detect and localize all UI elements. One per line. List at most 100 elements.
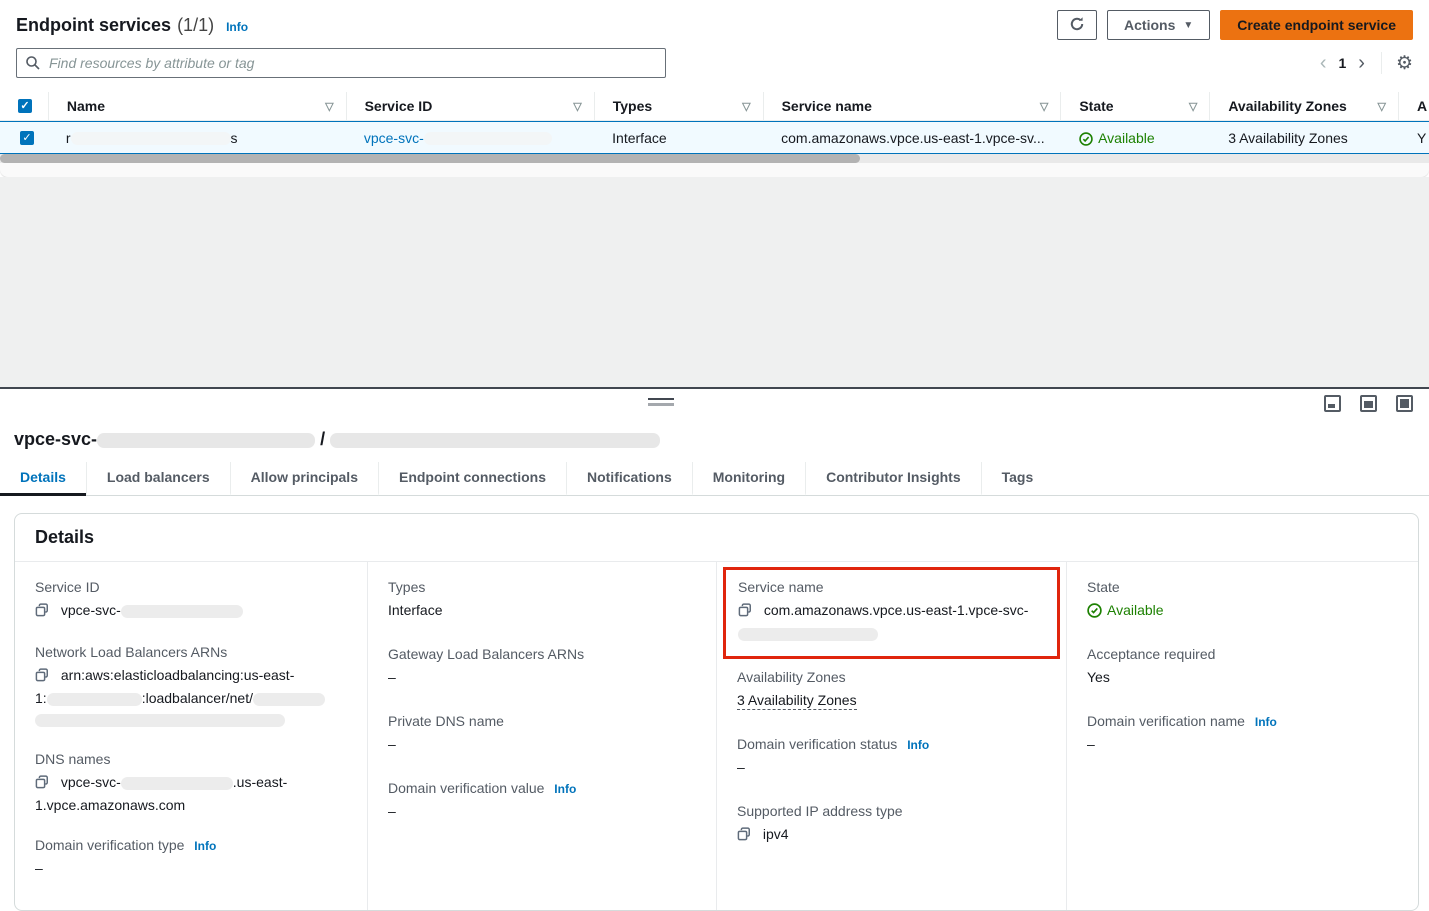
next-page-button[interactable]: › bbox=[1356, 53, 1367, 73]
current-page[interactable]: 1 bbox=[1338, 55, 1346, 71]
divider bbox=[1381, 52, 1382, 74]
endpoint-services-panel: Endpoint services (1/1) Info Actions ▼ C… bbox=[0, 0, 1429, 387]
copy-icon[interactable] bbox=[35, 667, 49, 688]
horizontal-scrollbar[interactable] bbox=[0, 154, 1429, 163]
field-service-name: Service name com.amazonaws.vpce.us-east-… bbox=[738, 579, 1045, 644]
panel-size-half-icon[interactable] bbox=[1360, 395, 1377, 412]
copy-icon[interactable] bbox=[35, 774, 49, 795]
field-acceptance-required: Acceptance required Yes bbox=[1087, 646, 1398, 688]
details-card-title: Details bbox=[15, 514, 1418, 562]
select-all-cell: ✓ bbox=[0, 92, 48, 120]
field-nlb-arns: Network Load Balancers ARNs arn:aws:elas… bbox=[35, 644, 347, 730]
redacted-value bbox=[121, 605, 243, 618]
page-background bbox=[0, 177, 1429, 387]
panel-size-small-icon[interactable] bbox=[1324, 395, 1341, 412]
row-checkbox[interactable]: ✓ bbox=[20, 131, 34, 145]
copy-icon[interactable] bbox=[35, 602, 49, 623]
details-column-2: Types Interface Gateway Load Balancers A… bbox=[367, 562, 716, 910]
redacted-value bbox=[47, 693, 142, 706]
sort-icon[interactable]: ▽ bbox=[742, 100, 750, 113]
endpoint-services-table: ✓ Name ▽ Service ID ▽ Types ▽ Service na… bbox=[0, 92, 1429, 154]
sort-icon[interactable]: ▽ bbox=[1378, 100, 1386, 113]
copy-icon[interactable] bbox=[738, 602, 752, 623]
sort-icon[interactable]: ▽ bbox=[573, 100, 581, 113]
prev-page-button[interactable]: ‹ bbox=[1318, 53, 1329, 73]
create-label: Create endpoint service bbox=[1237, 17, 1396, 33]
service-id-link[interactable]: vpce-svc- bbox=[364, 130, 552, 146]
refresh-button[interactable] bbox=[1057, 10, 1097, 40]
column-header-state[interactable]: State ▽ bbox=[1060, 92, 1209, 120]
table-row[interactable]: ✓ rs vpce-svc- Interface com.amazonaws.v… bbox=[0, 121, 1429, 154]
info-link[interactable]: Info bbox=[194, 839, 216, 853]
column-header-name[interactable]: Name ▽ bbox=[48, 92, 346, 120]
redacted-name bbox=[71, 132, 231, 145]
select-all-checkbox[interactable]: ✓ bbox=[18, 99, 32, 113]
page-info-link[interactable]: Info bbox=[226, 20, 248, 34]
tab-details[interactable]: Details bbox=[0, 462, 86, 496]
drag-handle[interactable] bbox=[648, 398, 674, 406]
az-popover-link[interactable]: 3 Availability Zones bbox=[737, 692, 857, 710]
table-controls: ‹ 1 › ⚙ bbox=[0, 44, 1429, 86]
field-private-dns-name: Private DNS name – bbox=[388, 713, 696, 755]
table-header-row: ✓ Name ▽ Service ID ▽ Types ▽ Service na… bbox=[0, 92, 1429, 121]
filter-search bbox=[16, 48, 666, 78]
row-service-name-cell: com.amazonaws.vpce.us-east-1.vpce-sv... bbox=[763, 130, 1061, 146]
create-endpoint-service-button[interactable]: Create endpoint service bbox=[1220, 10, 1413, 40]
tab-monitoring[interactable]: Monitoring bbox=[692, 462, 805, 496]
redacted-value bbox=[121, 777, 233, 790]
field-domain-verification-name: Domain verification name Info – bbox=[1087, 713, 1398, 755]
az-popover-link[interactable]: 3 Availability Zones bbox=[1228, 130, 1348, 146]
row-state-cell: Available bbox=[1061, 130, 1210, 146]
column-header-availability-zones[interactable]: Availability Zones ▽ bbox=[1209, 92, 1398, 120]
tab-contributor-insights[interactable]: Contributor Insights bbox=[805, 462, 981, 496]
tab-endpoint-connections[interactable]: Endpoint connections bbox=[378, 462, 566, 496]
resource-count: (1/1) bbox=[177, 15, 214, 36]
tab-notifications[interactable]: Notifications bbox=[566, 462, 692, 496]
row-az-cell: 3 Availability Zones bbox=[1210, 130, 1399, 146]
tab-load-balancers[interactable]: Load balancers bbox=[86, 462, 230, 496]
actions-label: Actions bbox=[1124, 17, 1175, 33]
page-title: Endpoint services bbox=[16, 15, 171, 36]
details-card: Details Service ID vpce-svc- Network Loa… bbox=[14, 513, 1419, 911]
field-supported-ip-type: Supported IP address type ipv4 bbox=[737, 803, 1046, 847]
field-service-id: Service ID vpce-svc- bbox=[35, 579, 347, 623]
field-domain-verification-type: Domain verification type Info – bbox=[35, 837, 347, 879]
tab-allow-principals[interactable]: Allow principals bbox=[230, 462, 378, 496]
available-check-icon bbox=[1079, 130, 1093, 146]
chevron-down-icon: ▼ bbox=[1183, 20, 1193, 31]
redacted-value bbox=[738, 628, 878, 641]
page-header: Endpoint services (1/1) Info Actions ▼ C… bbox=[0, 0, 1429, 44]
sort-icon[interactable]: ▽ bbox=[325, 100, 333, 113]
field-availability-zones: Availability Zones 3 Availability Zones bbox=[737, 669, 1046, 711]
search-input[interactable] bbox=[16, 48, 666, 78]
panel-size-full-icon[interactable] bbox=[1396, 395, 1413, 412]
redacted-service-id bbox=[97, 433, 315, 448]
tab-tags[interactable]: Tags bbox=[981, 462, 1054, 496]
sort-icon[interactable]: ▽ bbox=[1040, 100, 1048, 113]
service-name-highlight-box: Service name com.amazonaws.vpce.us-east-… bbox=[723, 567, 1060, 659]
info-link[interactable]: Info bbox=[554, 782, 576, 796]
field-types: Types Interface bbox=[388, 579, 696, 621]
detail-panel-title: vpce-svc- / bbox=[0, 423, 1429, 460]
sort-icon[interactable]: ▽ bbox=[1189, 100, 1197, 113]
column-header-service-id[interactable]: Service ID ▽ bbox=[346, 92, 594, 120]
column-header-service-name[interactable]: Service name ▽ bbox=[763, 92, 1061, 120]
column-header-partial[interactable]: A bbox=[1398, 92, 1429, 120]
actions-button[interactable]: Actions ▼ bbox=[1107, 10, 1210, 40]
redacted-service-name bbox=[330, 433, 660, 448]
field-domain-verification-status: Domain verification status Info – bbox=[737, 736, 1046, 778]
row-types-cell: Interface bbox=[594, 130, 763, 146]
state-badge: Available bbox=[1098, 130, 1155, 146]
info-link[interactable]: Info bbox=[907, 738, 929, 752]
row-partial-cell: Y bbox=[1399, 130, 1429, 146]
copy-icon[interactable] bbox=[737, 826, 751, 847]
settings-gear-icon[interactable]: ⚙ bbox=[1396, 54, 1413, 73]
detail-tabs: Details Load balancers Allow principals … bbox=[0, 462, 1429, 496]
column-header-types[interactable]: Types ▽ bbox=[594, 92, 763, 120]
scrollbar-thumb[interactable] bbox=[0, 154, 860, 163]
available-check-icon bbox=[1087, 600, 1102, 621]
details-column-4: State Available Acceptance required Yes … bbox=[1066, 562, 1418, 910]
info-link[interactable]: Info bbox=[1255, 715, 1277, 729]
details-column-3: Service name com.amazonaws.vpce.us-east-… bbox=[716, 562, 1066, 910]
field-domain-verification-value: Domain verification value Info – bbox=[388, 780, 696, 822]
